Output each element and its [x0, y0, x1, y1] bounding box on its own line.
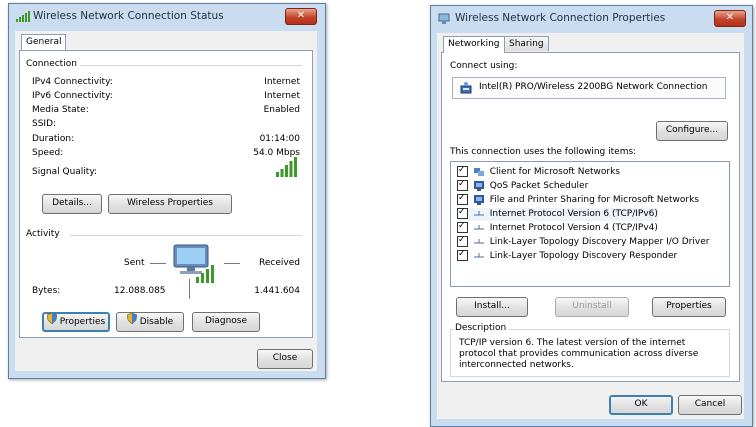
list-item[interactable]: QoS Packet Scheduler [457, 178, 589, 193]
cancel-button[interactable]: Cancel [678, 395, 742, 415]
properties-titlebar[interactable]: Wireless Network Connection Properties ✕ [431, 6, 752, 32]
protocol-icon [473, 223, 484, 233]
shield-icon [126, 312, 138, 330]
shield-icon [46, 312, 58, 330]
connection-group-label: Connection [26, 59, 80, 69]
install-button[interactable]: Install... [456, 297, 528, 317]
activity-separator [70, 235, 302, 236]
tab-general[interactable]: General [21, 34, 67, 51]
uninstall-button[interactable]: Uninstall [555, 297, 629, 317]
duration-label: Duration: [32, 134, 75, 144]
duration-value: 01:14:00 [259, 134, 300, 144]
protocol-icon [473, 251, 484, 261]
signal-bars-icon [276, 157, 298, 180]
components-list[interactable]: Client for Microsoft Networks QoS Packet… [450, 161, 730, 287]
network-client-icon [473, 167, 484, 177]
disable-label: Disable [139, 317, 174, 327]
ok-button[interactable]: OK [609, 395, 673, 415]
received-line [224, 263, 240, 264]
description-group: Description TCP/IP version 6. The latest… [450, 323, 730, 377]
status-window: Wireless Network Connection Status ✕ Gen… [8, 3, 326, 379]
list-item[interactable]: File and Printer Sharing for Microsoft N… [457, 192, 699, 207]
protocol-icon [473, 237, 484, 247]
details-button[interactable]: Details... [42, 194, 102, 214]
connection-separator [80, 65, 302, 66]
media-state-label: Media State: [32, 105, 89, 115]
bytes-divider [189, 279, 190, 299]
list-item[interactable]: Link-Layer Topology Discovery Responder [457, 248, 678, 263]
item-label: QoS Packet Scheduler [489, 181, 589, 191]
status-close-x-button[interactable]: ✕ [285, 8, 317, 25]
bytes-received-value: 1.441.604 [254, 286, 300, 296]
service-icon [473, 194, 484, 205]
checkbox[interactable] [457, 164, 468, 177]
signal-quality-label: Signal Quality: [32, 167, 98, 177]
service-icon [473, 180, 484, 191]
ipv4-label: IPv4 Connectivity: [32, 77, 113, 87]
received-label: Received [259, 258, 300, 268]
status-properties-label: Properties [59, 317, 106, 327]
status-properties-button[interactable]: Properties [42, 312, 110, 332]
checkbox[interactable] [457, 220, 468, 233]
properties-client-area: Networking Sharing Connect using: Intel(… [437, 33, 744, 419]
properties-window: Wireless Network Connection Properties ✕… [430, 5, 753, 427]
properties-window-title: Wireless Network Connection Properties [455, 12, 666, 24]
list-item-selected[interactable]: Internet Protocol Version 6 (TCP/IPv6) [457, 206, 658, 221]
diagnose-button[interactable]: Diagnose [192, 312, 260, 332]
adapter-box: Intel(R) PRO/Wireless 2200BG Network Con… [452, 77, 726, 99]
checkbox[interactable] [457, 192, 468, 205]
networking-tab-panel: Connect using: Intel(R) PRO/Wireless 220… [441, 52, 740, 382]
bytes-label: Bytes: [32, 286, 61, 296]
status-titlebar[interactable]: Wireless Network Connection Status ✕ [9, 4, 325, 30]
network-computer-icon [170, 243, 216, 286]
ipv6-label: IPv6 Connectivity: [32, 91, 113, 101]
list-item[interactable]: Internet Protocol Version 4 (TCP/IPv4) [457, 220, 658, 235]
list-item[interactable]: Link-Layer Topology Discovery Mapper I/O… [457, 234, 710, 249]
item-label: Client for Microsoft Networks [489, 167, 620, 177]
description-label: Description [455, 323, 510, 333]
checkbox[interactable] [457, 234, 468, 247]
list-item[interactable]: Client for Microsoft Networks [457, 164, 620, 179]
items-label: This connection uses the following items… [450, 147, 637, 157]
item-properties-button[interactable]: Properties [652, 297, 726, 317]
configure-button[interactable]: Configure... [656, 121, 728, 141]
description-text: TCP/IP version 6. The latest version of … [459, 338, 699, 370]
item-label: Internet Protocol Version 6 (TCP/IPv6) [489, 209, 658, 219]
checkbox[interactable] [457, 206, 468, 219]
tab-networking[interactable]: Networking [443, 36, 505, 53]
checkbox[interactable] [457, 248, 468, 261]
disable-button[interactable]: Disable [116, 312, 184, 332]
general-tab-panel: Connection IPv4 Connectivity: Internet I… [19, 50, 313, 338]
wireless-properties-button[interactable]: Wireless Properties [108, 194, 232, 214]
network-adapter-icon [438, 13, 450, 28]
signal-strength-icon [16, 11, 30, 25]
checkbox[interactable] [457, 178, 468, 191]
ipv6-value: Internet [264, 91, 300, 101]
status-window-title: Wireless Network Connection Status [33, 10, 224, 22]
speed-label: Speed: [32, 148, 64, 158]
activity-group-label: Activity [26, 229, 63, 239]
ipv4-value: Internet [264, 77, 300, 87]
item-label: Link-Layer Topology Discovery Responder [489, 251, 678, 261]
connect-using-label: Connect using: [450, 61, 518, 71]
media-state-value: Enabled [263, 105, 300, 115]
adapter-name: Intel(R) PRO/Wireless 2200BG Network Con… [479, 82, 708, 92]
wireless-adapter-icon [459, 81, 473, 98]
bytes-sent-value: 12.088.085 [114, 286, 166, 296]
ssid-label: SSID: [32, 119, 57, 129]
properties-close-x-button[interactable]: ✕ [714, 10, 746, 27]
tab-sharing[interactable]: Sharing [504, 36, 549, 51]
item-label: File and Printer Sharing for Microsoft N… [489, 195, 699, 205]
status-close-button[interactable]: Close [257, 349, 313, 369]
item-label: Internet Protocol Version 4 (TCP/IPv4) [489, 223, 658, 233]
sent-label: Sent [124, 258, 145, 268]
protocol-icon [473, 209, 484, 219]
status-client-area: General Connection IPv4 Connectivity: In… [15, 31, 317, 371]
sent-line [150, 263, 166, 264]
item-label: Link-Layer Topology Discovery Mapper I/O… [489, 237, 710, 247]
